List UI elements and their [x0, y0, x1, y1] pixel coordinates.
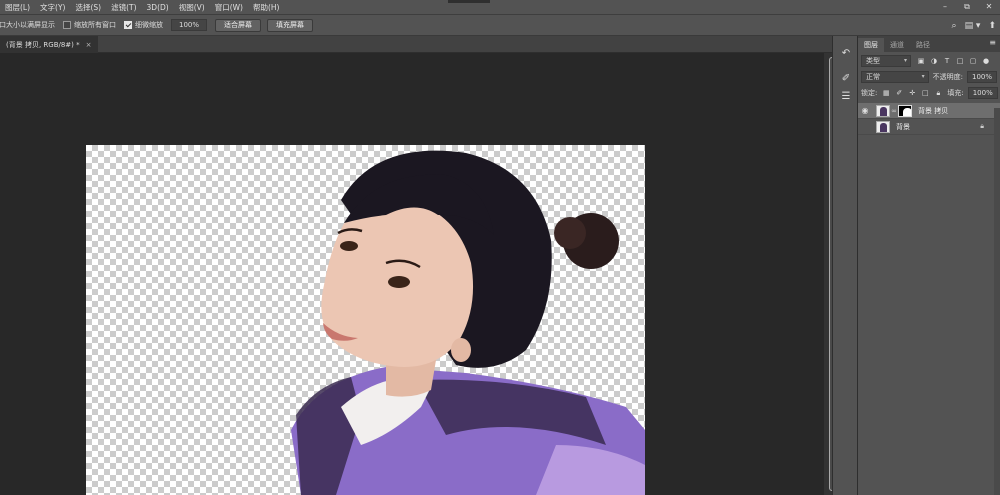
lock-row: 锁定: ▦ ✐ ✛ □ 🔒︎ 填充: 100% [858, 85, 1000, 101]
type-filter-icon[interactable]: T [942, 56, 952, 66]
canvas-scrollbar[interactable] [824, 53, 835, 495]
menu-filter[interactable]: 滤镜(T) [106, 2, 141, 13]
opacity-field[interactable]: 100% [967, 71, 997, 83]
layer-mask-thumbnail[interactable] [898, 104, 912, 117]
shape-filter-icon[interactable]: □ [955, 56, 965, 66]
close-window-button[interactable]: ✕ [978, 0, 1000, 14]
kind-filter-value: 类型 [866, 57, 880, 65]
scrubby-zoom-option[interactable]: 细微缩放 [124, 20, 163, 30]
tab-layers[interactable]: 图层 [858, 38, 884, 52]
document-tab-title: (背景 拷贝, RGB/8#) * [6, 40, 80, 49]
menu-3d[interactable]: 3D(D) [142, 3, 174, 12]
zoom-all-label: 缩放所有窗口 [74, 21, 116, 29]
pixel-filter-icon[interactable]: ▣ [916, 56, 926, 66]
share-icon[interactable]: ⬆ [988, 21, 996, 31]
fill-screen-button[interactable]: 填充屏幕 [267, 18, 314, 32]
panel-tabs: 图层 通道 路径 ≡ [858, 36, 1000, 52]
workspace-icon[interactable]: ▤ ▾ [965, 21, 981, 31]
opacity-value: 100% [972, 73, 993, 81]
fill-label: 填充: [947, 89, 964, 97]
menu-view[interactable]: 视图(V) [174, 2, 210, 13]
blend-row: 正常 ▾ 不透明度: 100% [858, 69, 1000, 85]
menu-window[interactable]: 窗口(W) [210, 2, 248, 13]
zoom-all-checkbox[interactable] [63, 21, 71, 29]
layer-row[interactable]: ◉ ∞ 背景 拷贝 [858, 103, 1000, 119]
menu-help[interactable]: 帮助(H) [248, 2, 285, 13]
title-indicator [448, 0, 490, 3]
layers-panel: 图层 通道 路径 ≡ 类型 ▾ ▣ ◑ T □ ▢ ● 正常 ▾ 不透明度: 1… [858, 36, 1000, 495]
menu-layer[interactable]: 图层(L) [0, 2, 35, 13]
document-tab-bar: (背景 拷贝, RGB/8#) * × [0, 36, 832, 53]
window-controls: – ⧉ ✕ [934, 0, 1000, 14]
fit-screen-button[interactable]: 适合屏幕 [215, 18, 262, 32]
document-tab[interactable]: (背景 拷贝, RGB/8#) * × [0, 36, 98, 53]
chevron-down-icon: ▾ [921, 73, 925, 80]
opacity-label: 不透明度: [932, 73, 963, 81]
menu-bar: 图层(L) 文字(Y) 选择(S) 滤镜(T) 3D(D) 视图(V) 窗口(W… [0, 0, 1000, 14]
layer-thumbnail [876, 104, 890, 117]
menu-select[interactable]: 选择(S) [70, 2, 106, 13]
filter-row: 类型 ▾ ▣ ◑ T □ ▢ ● [858, 53, 1000, 69]
panel-icon-strip: ↶ ✐ ☰ [832, 36, 858, 495]
lock-artboard-icon[interactable]: □ [920, 88, 930, 98]
layer-name[interactable]: 背景 拷贝 [918, 106, 948, 116]
search-icon[interactable]: ⌕ [952, 21, 957, 31]
tab-channels[interactable]: 通道 [884, 38, 910, 52]
restore-button[interactable]: ⧉ [956, 0, 978, 14]
chevron-down-icon: ▾ [903, 57, 907, 64]
brush-panel-icon[interactable]: ✐ [838, 72, 854, 86]
zoom-value-field[interactable]: 100% [171, 19, 208, 31]
adjustment-filter-icon[interactable]: ◑ [929, 56, 939, 66]
resize-windows-label: 调整窗口大小以满屏显示 [0, 21, 55, 29]
blend-mode-select[interactable]: 正常 ▾ [861, 71, 929, 83]
layer-name[interactable]: 背景 [896, 122, 910, 132]
link-icon[interactable]: ∞ [890, 107, 898, 115]
portrait-image [291, 150, 645, 495]
close-icon[interactable]: × [86, 41, 92, 49]
minimize-button[interactable]: – [934, 0, 956, 14]
filter-toggle-icon[interactable]: ● [981, 56, 991, 66]
resize-windows-option[interactable]: 调整窗口大小以满屏显示 [0, 20, 55, 30]
tab-paths[interactable]: 路径 [910, 38, 936, 52]
lock-all-icon[interactable]: 🔒︎ [933, 88, 943, 98]
menu-type[interactable]: 文字(Y) [35, 2, 70, 13]
smart-filter-icon[interactable]: ▢ [968, 56, 978, 66]
lock-paint-icon[interactable]: ✐ [894, 88, 904, 98]
blend-mode-value: 正常 [866, 73, 880, 81]
scrubby-zoom-checkbox[interactable] [124, 21, 132, 29]
lock-move-icon[interactable]: ✛ [907, 88, 917, 98]
layer-thumbnail [876, 120, 890, 133]
filter-icons: ▣ ◑ T □ ▢ ● [916, 56, 991, 66]
fill-value: 100% [972, 89, 993, 97]
lock-label: 锁定: [861, 89, 878, 97]
panel-scrollbar[interactable] [994, 108, 1000, 495]
history-icon[interactable]: ↶ [838, 47, 854, 61]
scrubby-zoom-label: 细微缩放 [135, 21, 163, 29]
lock-icons: ▦ ✐ ✛ □ 🔒︎ [881, 88, 943, 98]
adjustments-icon[interactable]: ☰ [838, 90, 854, 104]
document-canvas[interactable] [86, 145, 645, 495]
lock-pixels-icon[interactable]: ▦ [881, 88, 891, 98]
kind-filter-select[interactable]: 类型 ▾ [861, 55, 911, 67]
lock-icon: 🔒︎ [980, 122, 984, 130]
options-bar: 调整窗口大小以满屏显示 缩放所有窗口 细微缩放 100% 适合屏幕 填充屏幕 ⌕… [0, 14, 1000, 36]
panel-menu-icon[interactable]: ≡ [989, 38, 996, 47]
layer-row[interactable]: 背景 🔒︎ [858, 119, 1000, 135]
eye-icon[interactable]: ◉ [858, 106, 872, 115]
zoom-all-option[interactable]: 缩放所有窗口 [63, 20, 116, 30]
options-right-icons: ⌕ ▤ ▾ ⬆ [952, 15, 996, 37]
fill-field[interactable]: 100% [967, 87, 998, 99]
